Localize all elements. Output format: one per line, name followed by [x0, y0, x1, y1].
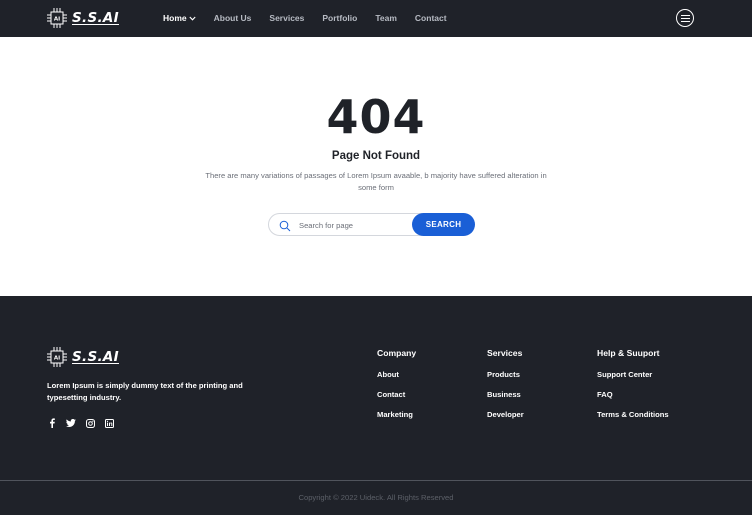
- header-logo[interactable]: AI S.S.AI: [46, 7, 119, 29]
- footer-divider: [0, 480, 752, 481]
- nav-item-portfolio[interactable]: Portfolio: [322, 13, 357, 23]
- linkedin-icon[interactable]: [104, 418, 114, 428]
- nav-item-label: Home: [163, 13, 187, 23]
- copyright-text: Copyright © 2022 Uideck. All Rights Rese…: [298, 493, 454, 502]
- footer-link-products[interactable]: Products: [487, 370, 524, 380]
- logo-chip-label: AI: [54, 17, 60, 23]
- error-code: 404: [326, 90, 426, 144]
- nav-item-contact[interactable]: Contact: [415, 13, 447, 23]
- footer-column-title: Help & Suuport: [597, 348, 660, 358]
- footer-column-services: Services Products Business Developer: [487, 348, 524, 430]
- logo-chip-label: AI: [54, 356, 60, 362]
- footer-column-help-support: Help & Suuport Support Center FAQ Terms …: [597, 348, 669, 430]
- menu-button[interactable]: [676, 9, 694, 27]
- social-links: [47, 418, 123, 428]
- nav-item-services[interactable]: Services: [269, 13, 304, 23]
- search-form: SEARCH: [268, 213, 475, 237]
- footer-link-faq[interactable]: FAQ: [597, 390, 669, 400]
- footer-link-business[interactable]: Business: [487, 390, 524, 400]
- logo-text: S.S.AI: [72, 349, 119, 365]
- site-header: AI S.S.AI Home About Us Services Portfol…: [0, 0, 752, 37]
- search-icon: [279, 219, 291, 237]
- twitter-icon[interactable]: [66, 418, 76, 428]
- search-input[interactable]: [299, 218, 409, 232]
- site-footer: AI S.S.AI Lorem Ipsum is simply dummy te…: [0, 296, 752, 517]
- footer-link-marketing[interactable]: Marketing: [377, 410, 416, 420]
- chevron-down-icon: [189, 13, 196, 23]
- instagram-icon[interactable]: [85, 418, 95, 428]
- chip-logo-icon: AI: [46, 7, 68, 29]
- footer-logo[interactable]: AI S.S.AI: [46, 346, 119, 368]
- chip-logo-icon: AI: [46, 346, 68, 368]
- nav-item-team[interactable]: Team: [375, 13, 397, 23]
- footer-link-about[interactable]: About: [377, 370, 416, 380]
- main-nav: Home About Us Services Portfolio Team Co…: [163, 13, 465, 23]
- page-title: Page Not Found: [331, 150, 421, 162]
- logo-text: S.S.AI: [72, 10, 119, 26]
- error-description: There are many variations of passages of…: [205, 171, 547, 192]
- hamburger-menu-icon: [680, 9, 690, 27]
- footer-tagline: Lorem Ipsum is simply dummy text of the …: [47, 381, 243, 402]
- footer-link-terms-conditions[interactable]: Terms & Conditions: [597, 410, 669, 420]
- facebook-icon[interactable]: [47, 418, 57, 428]
- nav-item-home[interactable]: Home: [163, 13, 196, 23]
- nav-item-about-us[interactable]: About Us: [214, 13, 252, 23]
- footer-link-support-center[interactable]: Support Center: [597, 370, 669, 380]
- footer-link-developer[interactable]: Developer: [487, 410, 524, 420]
- footer-column-title: Company: [377, 348, 417, 358]
- footer-link-contact[interactable]: Contact: [377, 390, 416, 400]
- footer-column-company: Company About Contact Marketing: [377, 348, 416, 430]
- footer-column-title: Services: [487, 348, 523, 358]
- search-button[interactable]: SEARCH: [412, 213, 475, 236]
